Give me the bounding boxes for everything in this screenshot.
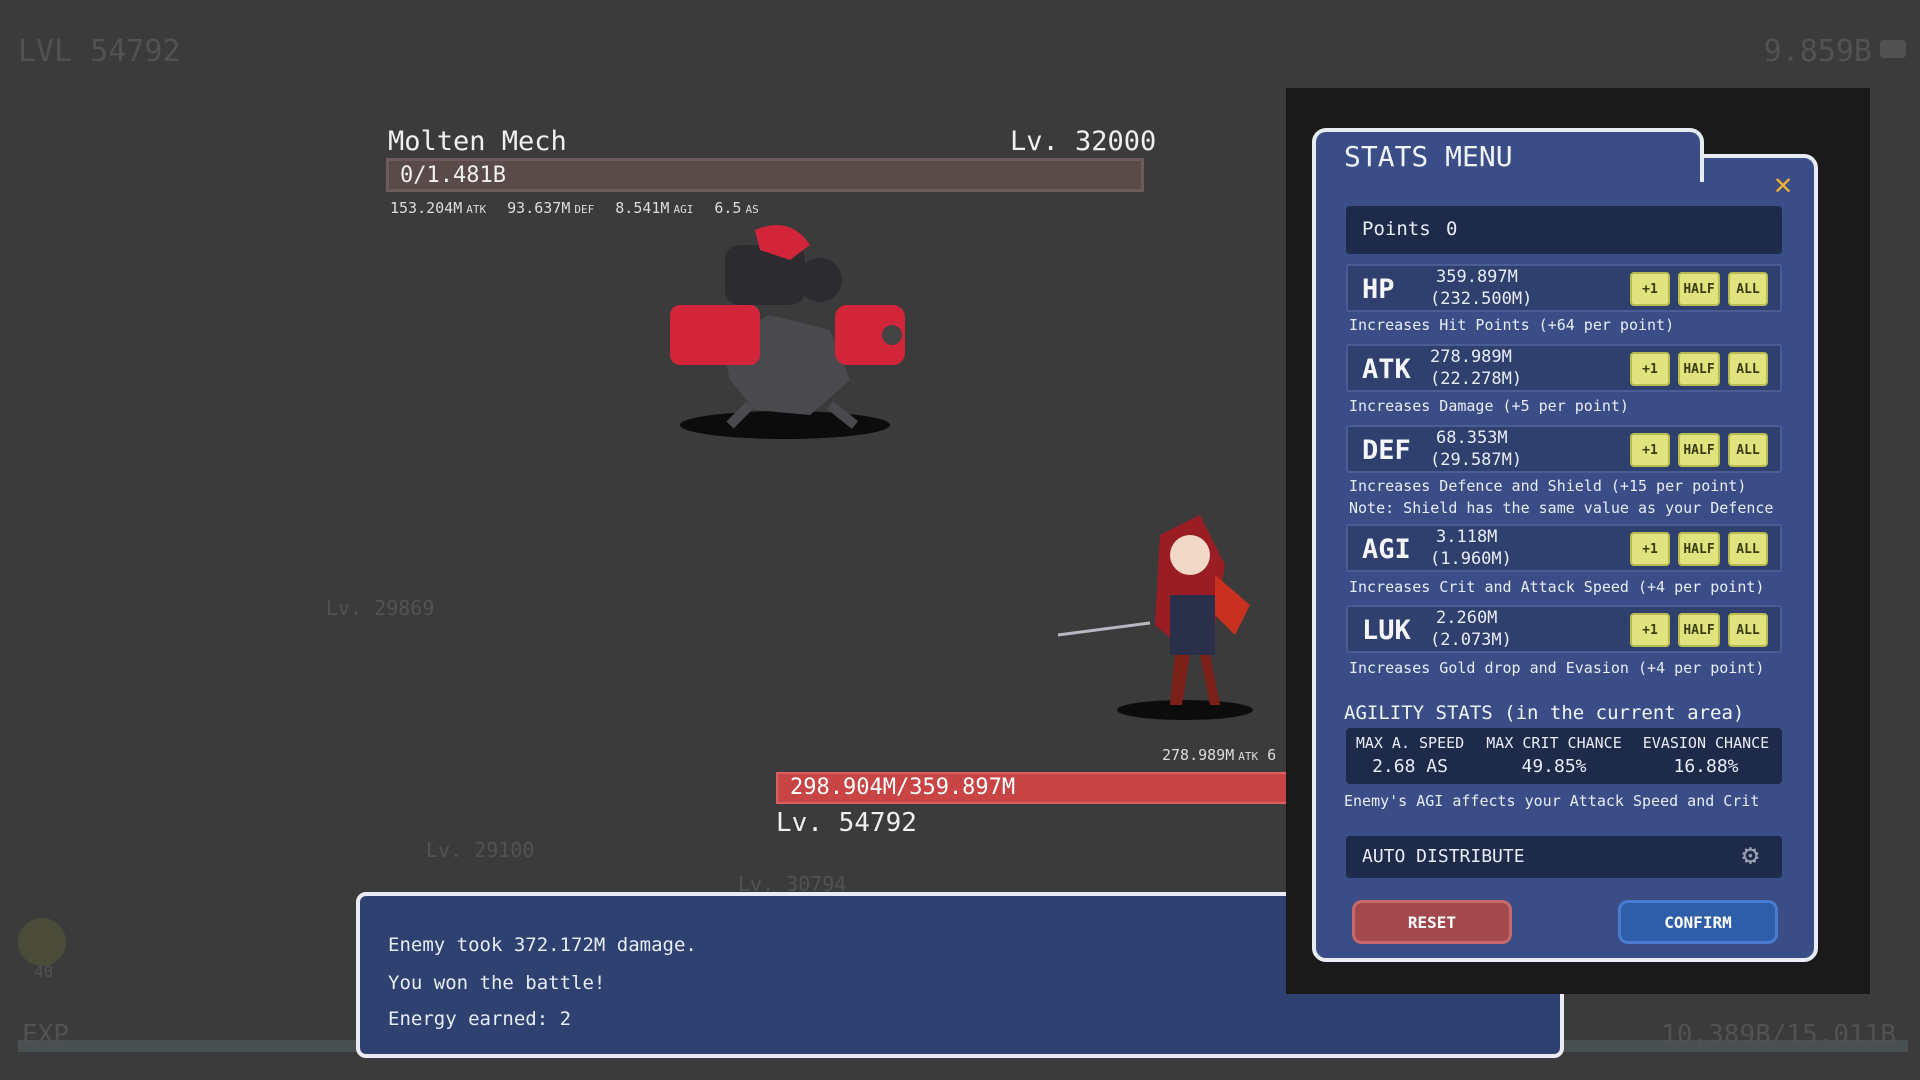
enemy-as-value: 6.5 <box>714 199 742 217</box>
exp-label: EXP <box>22 1020 69 1050</box>
stat-value: 359.897M <box>1436 267 1518 287</box>
molten-mech-sprite <box>670 225 905 439</box>
add-all-button[interactable]: ALL <box>1728 352 1768 386</box>
add-half-button[interactable]: HALF <box>1678 272 1720 306</box>
player-atk-value: 278.989M <box>1162 746 1235 764</box>
add-one-button[interactable]: +1 <box>1630 352 1670 386</box>
enemy-agi-unit: AGI <box>673 203 694 216</box>
add-all-button[interactable]: ALL <box>1728 272 1768 306</box>
enemy-def-unit: DEF <box>574 203 595 216</box>
agility-col-label: MAX CRIT CHANCE <box>1486 734 1622 752</box>
add-half-button[interactable]: HALF <box>1678 532 1720 566</box>
enemy-atk-unit: ATK <box>466 203 487 216</box>
stat-description: Increases Damage (+5 per point) <box>1349 397 1629 415</box>
stat-value: 278.989M <box>1430 347 1512 367</box>
points-value: 0 <box>1446 218 1458 240</box>
gold-counter: 9.859B <box>1763 34 1872 69</box>
stat-values: 278.989M (22.278M) <box>1430 346 1522 390</box>
confirm-button[interactable]: CONFIRM <box>1618 900 1778 944</box>
agility-col-value: 16.88% <box>1673 756 1739 777</box>
stat-values: 2.260M (2.073M) <box>1430 607 1512 651</box>
close-button[interactable]: ✕ <box>1774 170 1792 200</box>
stat-value: 3.118M <box>1436 527 1498 547</box>
stat-row-def: DEF 68.353M (29.587M) +1 HALF ALL <box>1346 425 1782 473</box>
stat-name: LUK <box>1362 615 1411 646</box>
gold-icon <box>1880 40 1906 58</box>
add-half-button[interactable]: HALF <box>1678 433 1720 467</box>
stat-base: (2.073M) <box>1430 630 1512 650</box>
points-label: Points <box>1362 218 1431 240</box>
add-one-button[interactable]: +1 <box>1630 272 1670 306</box>
energy-coin-icon[interactable] <box>18 918 66 966</box>
stat-name: DEF <box>1362 435 1411 466</box>
log-line: Enemy took 372.172M damage. <box>388 934 697 956</box>
stat-values: 359.897M (232.500M) <box>1430 266 1532 310</box>
add-one-button[interactable]: +1 <box>1630 532 1670 566</box>
agility-col-label: EVASION CHANCE <box>1642 734 1770 752</box>
stat-base: (22.278M) <box>1430 369 1523 389</box>
enemy-name: Molten Mech <box>388 126 567 157</box>
player-stats-trail: 6 <box>1267 746 1277 764</box>
enemy-level: Lv. 32000 <box>1010 126 1157 157</box>
agility-stats-title: AGILITY STATS (in the current area) <box>1344 702 1745 724</box>
add-half-button[interactable]: HALF <box>1678 613 1720 647</box>
player-hp-text: 298.904M/359.897M <box>790 775 1016 800</box>
stat-name: AGI <box>1362 534 1411 565</box>
stat-description: Increases Defence and Shield (+15 per po… <box>1349 477 1747 495</box>
energy-coin-count: 40 <box>34 962 54 981</box>
stat-note: Note: Shield has the same value as your … <box>1349 499 1774 517</box>
stat-row-agi: AGI 3.118M (1.960M) +1 HALF ALL <box>1346 524 1782 572</box>
player-level-hud: LVL 54792 <box>18 34 181 69</box>
enemy-agi-value: 8.541M <box>615 199 670 217</box>
stat-row-hp: HP 359.897M (232.500M) +1 HALF ALL <box>1346 264 1782 312</box>
stats-menu-title: STATS MENU <box>1344 140 1513 173</box>
ghost-level-label: Lv. 29869 <box>326 596 435 620</box>
stat-name: HP <box>1362 274 1395 305</box>
enemy-def-value: 93.637M <box>507 199 571 217</box>
stat-name: ATK <box>1362 354 1411 385</box>
log-line: You won the battle! <box>388 972 606 994</box>
stat-base: (232.500M) <box>1430 289 1533 309</box>
stat-base: (1.960M) <box>1430 549 1512 569</box>
enemy-atk-value: 153.204M <box>390 199 463 217</box>
stat-description: Increases Hit Points (+64 per point) <box>1349 316 1675 334</box>
stat-row-luk: LUK 2.260M (2.073M) +1 HALF ALL <box>1346 605 1782 653</box>
gear-icon[interactable]: ⚙ <box>1742 840 1759 870</box>
agility-note: Enemy's AGI affects your Attack Speed an… <box>1344 792 1760 810</box>
auto-distribute-label: AUTO DISTRIBUTE <box>1362 846 1525 867</box>
player-stats: 278.989M ATK 6 <box>1162 746 1276 764</box>
add-all-button[interactable]: ALL <box>1728 613 1768 647</box>
enemy-as-unit: AS <box>745 203 759 216</box>
stat-description: Increases Crit and Attack Speed (+4 per … <box>1349 578 1765 596</box>
player-level: Lv. 54792 <box>776 808 917 838</box>
agility-col-value: 2.68 AS <box>1372 756 1448 777</box>
exp-value: 10.389B/15.011B <box>1661 1020 1896 1050</box>
stat-values: 3.118M (1.960M) <box>1430 526 1512 570</box>
stat-values: 68.353M (29.587M) <box>1430 427 1522 471</box>
add-one-button[interactable]: +1 <box>1630 433 1670 467</box>
ghost-level-label: Lv. 29100 <box>426 838 535 862</box>
enemy-hp-text: 0/1.481B <box>400 163 506 188</box>
stat-value: 2.260M <box>1436 608 1498 628</box>
stat-value: 68.353M <box>1436 428 1508 448</box>
stat-row-atk: ATK 278.989M (22.278M) +1 HALF ALL <box>1346 344 1782 392</box>
stat-base: (29.587M) <box>1430 450 1523 470</box>
stat-description: Increases Gold drop and Evasion (+4 per … <box>1349 659 1765 677</box>
log-line: Energy earned: 2 <box>388 1008 572 1030</box>
add-one-button[interactable]: +1 <box>1630 613 1670 647</box>
agility-col-label: MAX A. SPEED <box>1355 734 1465 752</box>
agility-col-value: 49.85% <box>1521 756 1587 777</box>
add-all-button[interactable]: ALL <box>1728 433 1768 467</box>
reset-button[interactable]: RESET <box>1352 900 1512 944</box>
add-all-button[interactable]: ALL <box>1728 532 1768 566</box>
add-half-button[interactable]: HALF <box>1678 352 1720 386</box>
player-hero-sprite <box>1057 515 1253 720</box>
enemy-stats: 153.204M ATK 93.637M DEF 8.541M AGI 6.5 AS <box>390 199 771 217</box>
player-atk-unit: ATK <box>1238 750 1259 763</box>
